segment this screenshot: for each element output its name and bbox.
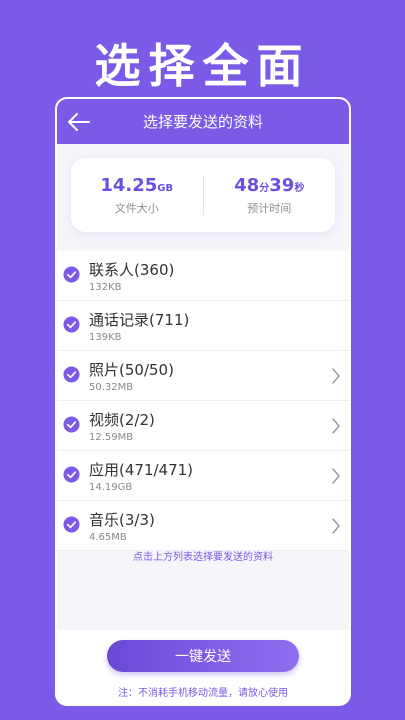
list-item-size: 50.32MB [89, 382, 134, 393]
file-size-label: 文件大小 [114, 201, 159, 215]
list-item-videos[interactable]: 视频(2/2) 12.59MB [57, 401, 349, 451]
list-item-title: 音乐(3/3) [89, 511, 155, 529]
list-item-title: 照片(50/50) [89, 361, 174, 379]
chevron-right-icon[interactable] [331, 467, 341, 485]
time-seconds: 39 [269, 174, 295, 196]
list-item-apps[interactable]: 应用(471/471) 14.19GB [57, 451, 349, 501]
data-list: 联系人(360) 132KB 通话记录(711) 139KB 照片(50/50)… [57, 251, 349, 551]
list-item-title: 视频(2/2) [89, 411, 155, 429]
chevron-right-icon[interactable] [331, 367, 341, 385]
top-bar: 选择要发送的资料 [57, 99, 349, 144]
list-item-contacts[interactable]: 联系人(360) 132KB [57, 251, 349, 301]
check-circle-icon[interactable] [63, 466, 80, 483]
time-sec-unit: 秒 [294, 182, 305, 194]
time-minutes: 48 [234, 174, 260, 196]
send-button[interactable]: 一键发送 [107, 640, 299, 672]
headline: 选择全面 [94, 39, 311, 93]
chevron-right-icon[interactable] [331, 417, 341, 435]
list-item-size: 14.19GB [89, 482, 133, 493]
list-item-title: 通话记录(711) [89, 311, 190, 329]
send-footer: 一键发送 注：不消耗手机移动流量，请放心使用 [57, 630, 349, 704]
list-item-photos[interactable]: 照片(50/50) 50.32MB [57, 351, 349, 401]
time-summary: 48分39秒 预计时间 [204, 175, 336, 216]
time-min-unit: 分 [259, 182, 270, 194]
check-circle-icon[interactable] [63, 516, 80, 533]
file-size-summary: 14.25GB 文件大小 [71, 175, 203, 216]
list-item-call-log[interactable]: 通话记录(711) 139KB [57, 301, 349, 351]
summary-card: 14.25GB 文件大小 48分39秒 预计时间 [71, 158, 335, 232]
chevron-right-icon[interactable] [331, 517, 341, 535]
list-item-title: 联系人(360) [89, 261, 175, 279]
check-circle-icon[interactable] [63, 416, 80, 433]
phone-screen: 选择要发送的资料 14.25GB 文件大小 48分39秒 预计时间 联系人(36… [55, 97, 351, 706]
list-item-size: 12.59MB [89, 432, 134, 443]
list-item-size: 132KB [89, 282, 122, 293]
selection-hint: 点击上方列表选择要发送的资料 [133, 552, 273, 563]
list-item-size: 4.65MB [89, 532, 127, 543]
arrow-left-icon[interactable] [67, 111, 91, 133]
file-size-unit: GB [157, 182, 174, 194]
data-usage-note: 注：不消耗手机移动流量，请放心使用 [118, 688, 288, 699]
check-circle-icon[interactable] [63, 266, 80, 283]
list-item-title: 应用(471/471) [89, 461, 194, 479]
check-circle-icon[interactable] [63, 316, 80, 333]
page-title: 选择要发送的资料 [142, 113, 263, 131]
check-circle-icon[interactable] [63, 366, 80, 383]
list-item-music[interactable]: 音乐(3/3) 4.65MB [57, 501, 349, 551]
time-label: 预计时间 [247, 201, 292, 215]
list-item-size: 139KB [89, 332, 122, 343]
file-size-value: 14.25 [100, 174, 158, 196]
content-area: 14.25GB 文件大小 48分39秒 预计时间 联系人(360) 132KB … [57, 144, 349, 704]
